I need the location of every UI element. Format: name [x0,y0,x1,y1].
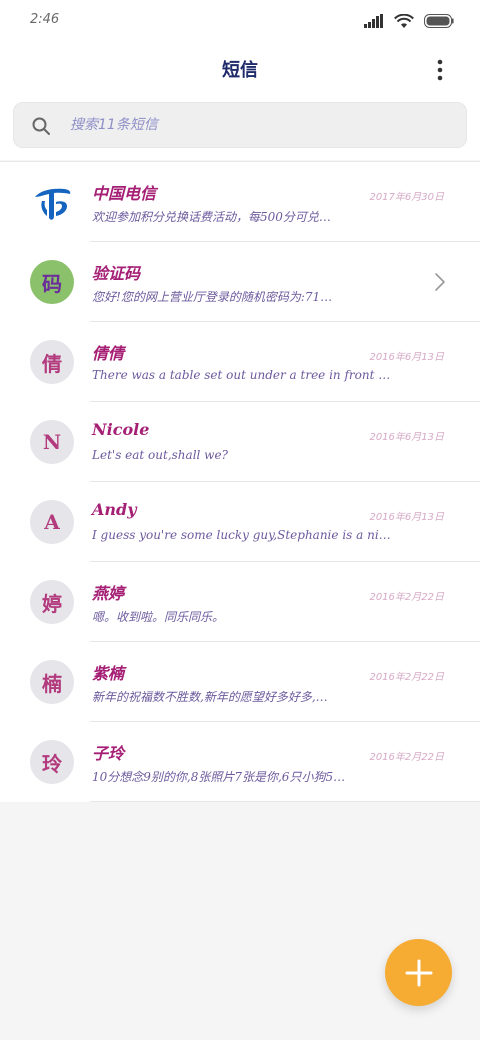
message-date: 2016年6月13日 [369,352,444,363]
plus-icon [405,959,432,986]
status-time: 2:46 [30,12,60,27]
contact-name: Andy [92,500,137,519]
avatar: N [30,420,74,464]
contact-name: 倩倩 [92,344,125,363]
contact-name: 紫楠 [92,664,125,683]
message-preview: There was a table set out under a tree i… [92,368,392,382]
message-preview: Let's eat out,shall we? [92,448,228,462]
chevron-right-icon [435,273,445,291]
avatar: 楠 [30,660,74,704]
more-vertical-icon [437,59,443,81]
contact-name: 中国电信 [92,184,157,203]
china-telecom-logo-icon [35,188,71,220]
wifi-icon [394,13,414,28]
search-box[interactable] [13,102,467,148]
message-date: 2016年2月22日 [369,752,444,763]
avatar [30,180,74,224]
message-preview: 新年的祝福数不胜数,新年的愿望好多好多,… [92,690,328,704]
contact-name: 验证码 [92,264,141,283]
status-icons [364,12,454,30]
battery-icon [424,14,454,28]
contact-name: 子玲 [92,744,125,763]
messages-app: 2:46 短信 搜索11条短信 中国电信 2017年6月30日 欢迎参加积分兑换… [0,0,480,1040]
message-date: 2016年6月13日 [369,432,444,443]
conversation-item[interactable]: 倩 倩倩 2016年6月13日 There was a table set ou… [0,322,480,402]
search-area [0,96,480,160]
avatar: 玲 [30,740,74,784]
message-date: 2016年2月22日 [369,672,444,683]
message-preview: 您好!您的网上营业厅登录的随机密码为:71… [92,290,333,304]
conversation-item[interactable]: N Nicole 2016年6月13日 Let's eat out,shall … [0,402,480,482]
conversation-item[interactable]: 婷 燕婷 2016年2月22日 嗯。收到啦。同乐同乐。 [0,562,480,642]
conversation-item[interactable]: A Andy 2016年6月13日 I guess you're some lu… [0,482,480,562]
app-header: 短信 [0,40,480,96]
page-title: 短信 [222,60,258,81]
message-date: 2017年6月30日 [369,192,444,203]
conversation-list: 中国电信 2017年6月30日 欢迎参加积分兑换话费活动，每500分可兑… 码 … [0,161,480,802]
contact-name: Nicole [92,420,150,439]
signal-icon [364,14,383,28]
message-preview: 嗯。收到啦。同乐同乐。 [92,610,225,624]
conversation-item[interactable]: 码 验证码 您好!您的网上营业厅登录的随机密码为:71… [0,242,480,322]
conversation-item[interactable]: 楠 紫楠 2016年2月22日 新年的祝福数不胜数,新年的愿望好多好多,… [0,642,480,722]
avatar: A [30,500,74,544]
message-preview: 欢迎参加积分兑换话费活动，每500分可兑… [92,210,331,224]
conversation-item[interactable]: 玲 子玲 2016年2月22日 10分想念9别的你,8张照片7张是你,6只小狗5… [0,722,480,802]
search-input[interactable] [70,103,450,147]
new-message-button[interactable] [385,939,452,1006]
message-date: 2016年2月22日 [369,592,444,603]
message-preview: I guess you're some lucky guy,Stephanie … [92,528,392,542]
search-icon [32,117,50,135]
message-date: 2016年6月13日 [369,512,444,523]
message-preview: 10分想念9别的你,8张照片7张是你,6只小狗5… [92,770,346,784]
contact-name: 燕婷 [92,584,125,603]
avatar: 倩 [30,340,74,384]
more-options-button[interactable] [422,54,458,86]
avatar: 码 [30,260,74,304]
avatar: 婷 [30,580,74,624]
conversation-item[interactable]: 中国电信 2017年6月30日 欢迎参加积分兑换话费活动，每500分可兑… [0,162,480,242]
status-bar: 2:46 [0,0,480,40]
